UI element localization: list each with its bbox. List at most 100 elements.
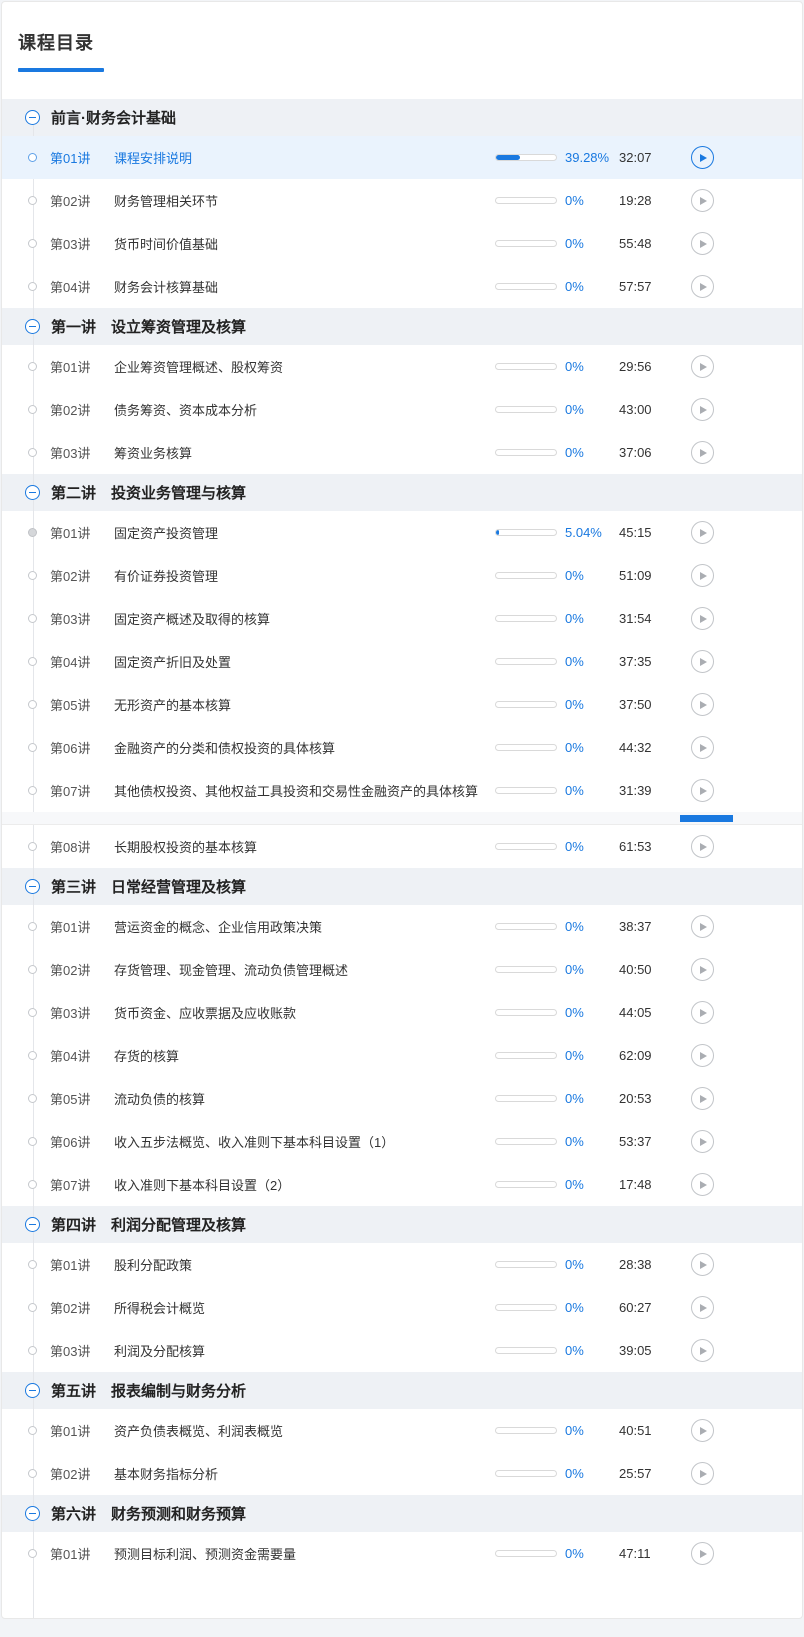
lesson-number: 第01讲 [50, 1547, 91, 1562]
play-button[interactable] [691, 607, 714, 630]
minus-circle-icon[interactable] [25, 1383, 40, 1398]
play-button[interactable] [691, 1339, 714, 1362]
lesson-row[interactable]: 第01讲 营运资金的概念、企业信用政策决策 0% 38:37 [2, 905, 802, 948]
play-button[interactable] [691, 693, 714, 716]
play-button[interactable] [691, 1044, 714, 1067]
play-button[interactable] [691, 1419, 714, 1442]
lesson-row[interactable]: 第01讲 预测目标利润、预测资金需要量 0% 47:11 [2, 1532, 802, 1575]
play-button[interactable] [691, 1462, 714, 1485]
progress-bar [495, 283, 557, 290]
lesson-title: 有价证券投资管理 [114, 569, 219, 584]
minus-circle-icon[interactable] [25, 1506, 40, 1521]
section-header[interactable]: 第四讲 利润分配管理及核算 [2, 1206, 802, 1243]
progress-percent: 0% [565, 279, 584, 294]
section-header[interactable]: 第六讲 财务预测和财务预算 [2, 1495, 802, 1532]
lesson-title: 固定资产概述及取得的核算 [114, 612, 271, 627]
lesson-row[interactable]: 第01讲 固定资产投资管理 5.04% 45:15 [2, 511, 802, 554]
section-header[interactable]: 第一讲 设立筹资管理及核算 [2, 308, 802, 345]
lesson-duration: 38:37 [619, 919, 652, 934]
play-button[interactable] [691, 232, 714, 255]
minus-circle-icon[interactable] [25, 485, 40, 500]
play-button[interactable] [691, 1542, 714, 1565]
play-icon [700, 743, 707, 752]
lesson-title: 存货管理、现金管理、流动负债管理概述 [114, 963, 349, 978]
play-button[interactable] [691, 355, 714, 378]
play-button[interactable] [691, 1087, 714, 1110]
lesson-row[interactable]: 第03讲 利润及分配核算 0% 39:05 [2, 1329, 802, 1372]
progress-bar [495, 1181, 557, 1188]
lesson-row[interactable]: 第02讲 所得税会计概览 0% 60:27 [2, 1286, 802, 1329]
lesson-row[interactable]: 第07讲 其他债权投资、其他权益工具投资和交易性金融资产的具体核算 0% 31:… [2, 769, 802, 812]
section-header[interactable]: 第五讲 报表编制与财务分析 [2, 1372, 802, 1409]
lesson-row[interactable]: 第02讲 基本财务指标分析 0% 25:57 [2, 1452, 802, 1495]
progress-percent: 0% [565, 1134, 584, 1149]
minus-circle-icon[interactable] [25, 879, 40, 894]
course-section: 第二讲 投资业务管理与核算 第01讲 固定资产投资管理 5.04% 45:15 … [2, 474, 802, 868]
lesson-row[interactable]: 第06讲 收入五步法概览、收入准则下基本科目设置（1） 0% 53:37 [2, 1120, 802, 1163]
lesson-duration: 61:53 [619, 839, 652, 854]
section-title: 第三讲 日常经营管理及核算 [51, 879, 247, 896]
lesson-status-dot-icon [28, 699, 37, 709]
play-button[interactable] [691, 146, 714, 169]
lesson-title: 长期股权投资的基本核算 [114, 840, 258, 855]
progress-bar [495, 1470, 557, 1477]
lesson-row[interactable]: 第08讲 长期股权投资的基本核算 0% 61:53 [2, 825, 802, 868]
lesson-row[interactable]: 第04讲 固定资产折旧及处置 0% 37:35 [2, 640, 802, 683]
lesson-row[interactable]: 第02讲 财务管理相关环节 0% 19:28 [2, 179, 802, 222]
progress-percent: 0% [565, 697, 584, 712]
play-button[interactable] [691, 1130, 714, 1153]
lesson-row[interactable]: 第04讲 存货的核算 0% 62:09 [2, 1034, 802, 1077]
lesson-status-dot-icon [28, 1425, 37, 1435]
lesson-row[interactable]: 第03讲 货币时间价值基础 0% 55:48 [2, 222, 802, 265]
minus-circle-icon[interactable] [25, 319, 40, 334]
lesson-row[interactable]: 第02讲 有价证券投资管理 0% 51:09 [2, 554, 802, 597]
play-button[interactable] [691, 779, 714, 802]
lesson-row[interactable]: 第03讲 固定资产概述及取得的核算 0% 31:54 [2, 597, 802, 640]
play-button[interactable] [691, 564, 714, 587]
lesson-status-dot-icon [28, 1548, 37, 1558]
play-button[interactable] [691, 398, 714, 421]
play-button[interactable] [691, 189, 714, 212]
progress-bar-fill [496, 530, 500, 535]
lesson-row[interactable]: 第02讲 存货管理、现金管理、流动负债管理概述 0% 40:50 [2, 948, 802, 991]
lesson-duration: 32:07 [619, 150, 652, 165]
lesson-row[interactable]: 第03讲 筹资业务核算 0% 37:06 [2, 431, 802, 474]
lesson-row[interactable]: 第01讲 资产负债表概览、利润表概览 0% 40:51 [2, 1409, 802, 1452]
play-button[interactable] [691, 521, 714, 544]
section-header[interactable]: 第二讲 投资业务管理与核算 [2, 474, 802, 511]
play-button[interactable] [691, 275, 714, 298]
lesson-row[interactable]: 第07讲 收入准则下基本科目设置（2） 0% 17:48 [2, 1163, 802, 1206]
lesson-row[interactable]: 第04讲 财务会计核算基础 0% 57:57 [2, 265, 802, 308]
play-button[interactable] [691, 650, 714, 673]
play-button[interactable] [691, 736, 714, 759]
play-button[interactable] [691, 1173, 714, 1196]
section-header[interactable]: 第三讲 日常经营管理及核算 [2, 868, 802, 905]
play-button[interactable] [691, 915, 714, 938]
lesson-row[interactable]: 第03讲 货币资金、应收票据及应收账款 0% 44:05 [2, 991, 802, 1034]
lesson-row[interactable]: 第02讲 债务筹资、资本成本分析 0% 43:00 [2, 388, 802, 431]
progress-bar [495, 923, 557, 930]
minus-circle-icon[interactable] [25, 110, 40, 125]
play-icon [700, 528, 707, 537]
play-icon [700, 1469, 707, 1478]
horizontal-scrollbar-thumb[interactable] [680, 815, 733, 822]
lesson-row[interactable]: 第01讲 课程安排说明 39.28% 32:07 [2, 136, 802, 179]
play-button[interactable] [691, 1296, 714, 1319]
lesson-title: 预测目标利润、预测资金需要量 [114, 1547, 297, 1562]
lesson-row[interactable]: 第05讲 无形资产的基本核算 0% 37:50 [2, 683, 802, 726]
play-button[interactable] [691, 1001, 714, 1024]
lesson-row[interactable]: 第05讲 流动负债的核算 0% 20:53 [2, 1077, 802, 1120]
horizontal-scrollbar-track[interactable] [2, 812, 802, 825]
play-icon [700, 405, 707, 414]
play-button[interactable] [691, 1253, 714, 1276]
play-button[interactable] [691, 835, 714, 858]
progress-bar [495, 529, 557, 536]
section-header[interactable]: 前言·财务会计基础 [2, 99, 802, 136]
lesson-status-dot-icon [28, 964, 37, 974]
lesson-row[interactable]: 第01讲 企业筹资管理概述、股权筹资 0% 29:56 [2, 345, 802, 388]
play-button[interactable] [691, 958, 714, 981]
lesson-row[interactable]: 第06讲 金融资产的分类和债权投资的具体核算 0% 44:32 [2, 726, 802, 769]
play-button[interactable] [691, 441, 714, 464]
minus-circle-icon[interactable] [25, 1217, 40, 1232]
lesson-row[interactable]: 第01讲 股利分配政策 0% 28:38 [2, 1243, 802, 1286]
